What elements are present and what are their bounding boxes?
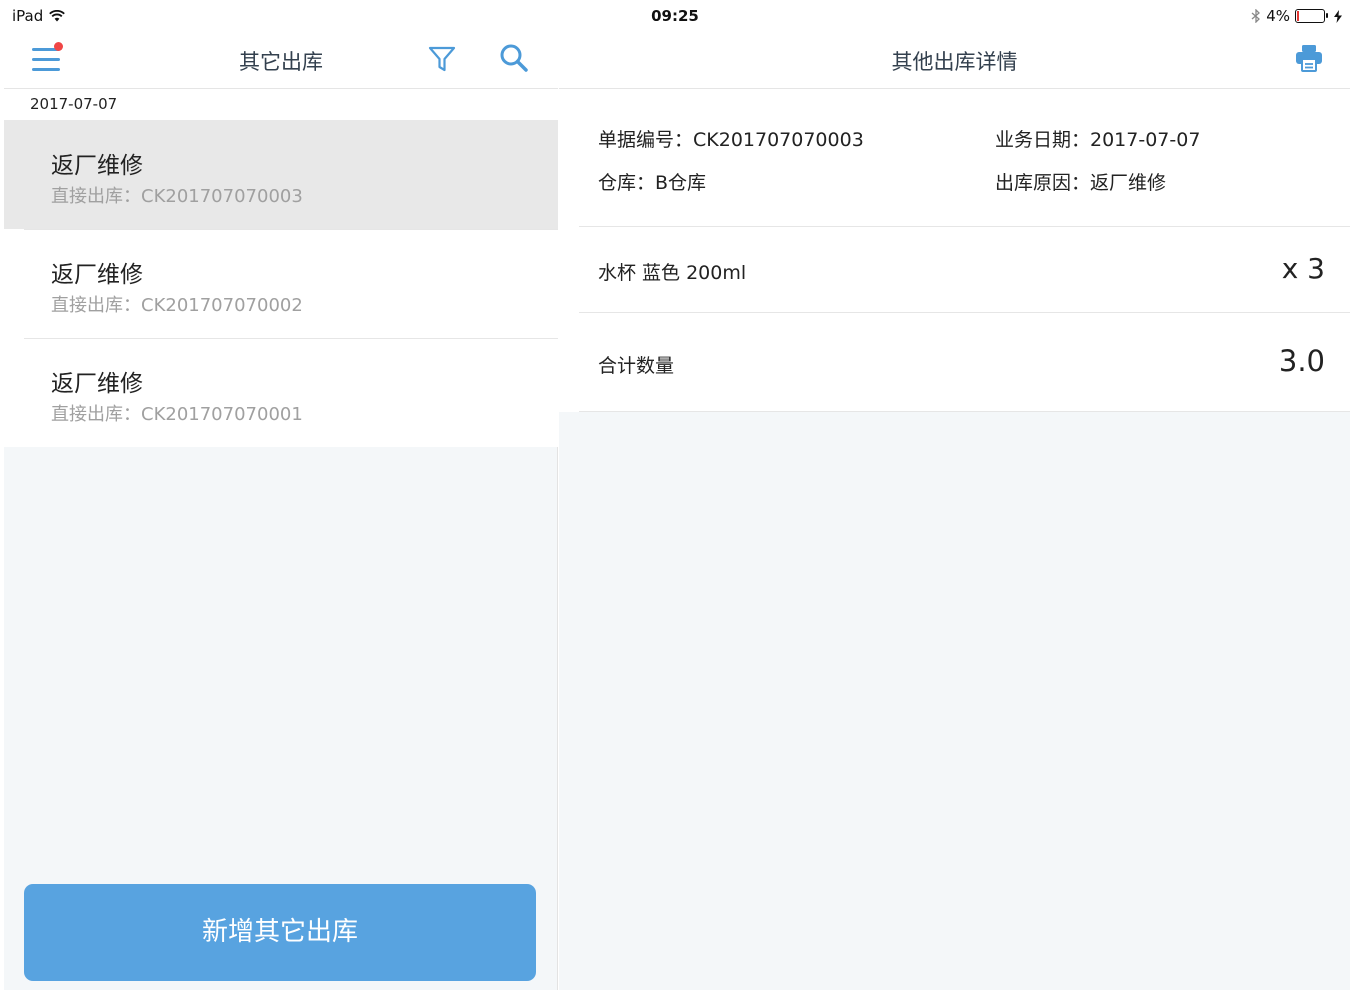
item-name: 水杯 蓝色 200ml [598, 262, 747, 284]
record-subtitle: 直接出库：CK201707070003 [51, 186, 303, 207]
record-subtitle: 直接出库：CK201707070001 [51, 404, 303, 425]
page-title: 其它出库 [239, 50, 323, 74]
divider [579, 226, 1350, 227]
print-icon[interactable] [1294, 43, 1324, 73]
status-right: 4% [1251, 7, 1342, 25]
list-pane: 其它出库 2017-07-07 返厂维修 直接出库：CK201707070003… [4, 32, 558, 990]
item-quantity: x 3 [1281, 252, 1325, 285]
battery-percent: 4% [1266, 7, 1290, 25]
add-other-outbound-button[interactable]: 新增其它出库 [24, 884, 536, 981]
clock: 09:25 [651, 7, 699, 25]
record-title: 返厂维修 [51, 153, 143, 179]
record-list: 返厂维修 直接出库：CK201707070003 返厂维修 直接出库：CK201… [4, 120, 558, 447]
business-date: 业务日期：2017-07-07 [995, 129, 1201, 151]
detail-title: 其他出库详情 [891, 50, 1018, 74]
record-title: 返厂维修 [51, 371, 143, 397]
doc-number: 单据编号：CK201707070003 [598, 129, 864, 151]
status-bar: iPad 09:25 4% [0, 0, 1350, 32]
outbound-reason: 出库原因：返厂维修 [995, 172, 1167, 194]
date-group-header: 2017-07-07 [4, 89, 558, 120]
charging-icon [1334, 9, 1342, 23]
filter-icon[interactable] [427, 44, 457, 74]
total-quantity-value: 3.0 [1278, 344, 1325, 378]
record-subtitle: 直接出库：CK201707070002 [51, 295, 303, 316]
record-title: 返厂维修 [51, 262, 143, 288]
detail-header: 其他出库详情 [559, 32, 1350, 89]
list-header: 其它出库 [4, 32, 558, 89]
search-icon[interactable] [498, 42, 530, 74]
battery-icon [1295, 9, 1328, 23]
list-item[interactable]: 返厂维修 直接出库：CK201707070003 [4, 120, 558, 229]
divider [579, 312, 1350, 313]
warehouse: 仓库：B仓库 [598, 172, 707, 194]
detail-pane: 其他出库详情 单据编号：CK201707070003 业务日期：2017-07-… [559, 32, 1350, 990]
total-quantity-label: 合计数量 [598, 355, 675, 377]
list-item[interactable]: 返厂维修 直接出库：CK201707070001 [4, 338, 558, 447]
divider [579, 411, 1350, 412]
detail-card: 单据编号：CK201707070003 业务日期：2017-07-07 仓库：B… [559, 89, 1350, 412]
list-item[interactable]: 返厂维修 直接出库：CK201707070002 [4, 229, 558, 338]
bluetooth-icon [1251, 9, 1261, 23]
